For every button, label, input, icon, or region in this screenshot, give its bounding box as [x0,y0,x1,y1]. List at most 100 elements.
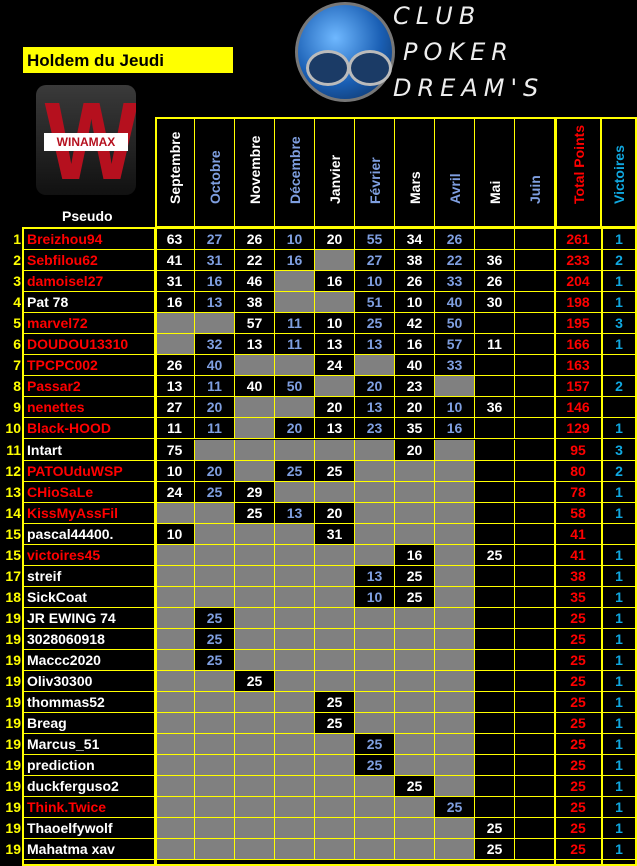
month-score-cell [235,607,275,629]
month-score-cell [235,734,275,756]
month-score-cell [155,586,195,608]
month-score-cell [315,607,355,629]
month-score-cell [475,692,515,714]
player-name[interactable]: 3028060918 [22,628,155,650]
month-score-cell [475,734,515,756]
month-score-cell [475,313,515,335]
player-name[interactable]: duckferguso2 [22,776,155,798]
table-row: 19 3028060918 25 25 1 [0,628,637,650]
month-score-cell: 25 [195,481,235,503]
rank-cell: 15 [5,546,21,563]
player-name[interactable]: Sebfilou62 [22,250,155,272]
rank-cell: 5 [13,315,21,332]
table-row: 19 Mahatma xav 25 25 1 [0,839,637,861]
month-score-cell [315,439,355,461]
month-score-cell [275,565,315,587]
month-score-cell: 25 [355,313,395,335]
month-score-cell: 10 [155,460,195,482]
month-score-cell: 11 [275,334,315,356]
player-name[interactable]: Oliv30300 [22,671,155,693]
month-score-cell: 10 [395,292,435,314]
player-name[interactable]: damoisel27 [22,271,155,293]
player-name[interactable]: Passar2 [22,376,155,398]
player-name[interactable]: victoires45 [22,544,155,566]
player-name[interactable]: SickCoat [22,586,155,608]
month-score-cell: 33 [435,355,475,377]
player-name[interactable]: streif [22,565,155,587]
month-score-cell: 20 [275,418,315,440]
victoires-cell: 1 [602,607,637,629]
month-score-cell: 57 [235,313,275,335]
month-score-cell: 27 [355,250,395,272]
month-score-cell [475,671,515,693]
victoires-cell: 2 [602,460,637,482]
rank-cell: 19 [5,736,21,753]
month-score-cell [195,713,235,735]
month-score-cell [515,418,555,440]
month-score-cell [435,565,475,587]
player-name[interactable]: Thaoelfywolf [22,818,155,840]
month-score-cell [435,439,475,461]
victoires-cell: 1 [602,713,637,735]
total-points-cell: 38 [555,565,602,587]
victoires-cell: 3 [602,439,637,461]
total-points-cell: 58 [555,502,602,524]
month-score-cell [395,797,435,819]
rank-cell: 15 [5,525,21,542]
player-name[interactable]: Black-HOOD [22,418,155,440]
player-name[interactable]: Think.Twice [22,797,155,819]
player-name[interactable]: Breag [22,713,155,735]
player-name[interactable]: PATOUduWSP [22,460,155,482]
player-name[interactable]: Maccc2020 [22,650,155,671]
month-score-cell [195,565,235,587]
month-score-cell [155,755,195,777]
victoires-cell [602,523,637,545]
month-score-cell [275,776,315,798]
month-score-cell: 25 [475,544,515,566]
month-score-cell: 63 [155,229,195,250]
player-name[interactable]: Marcus_51 [22,734,155,756]
month-score-cell [355,692,395,714]
player-name[interactable]: DOUDOU13310 [22,334,155,356]
player-name[interactable]: Breizhou94 [22,229,155,250]
player-name[interactable]: TPCPC002 [22,355,155,377]
month-score-cell [235,397,275,419]
month-score-cell [235,818,275,840]
month-score-cell [435,544,475,566]
month-score-cell [275,271,315,293]
month-score-cell [395,628,435,650]
player-name[interactable]: thommas52 [22,692,155,714]
winamax-wordmark: WINAMAX [44,133,128,151]
month-score-cell [155,797,195,819]
month-score-cell: 27 [195,229,235,250]
month-score-cell: 24 [155,481,195,503]
month-score-cell [315,776,355,798]
month-score-cell [155,502,195,524]
player-name[interactable]: nenettes [22,397,155,419]
total-points-cell: 25 [555,755,602,777]
total-points-cell: 25 [555,818,602,840]
victoires-cell: 1 [602,755,637,777]
month-score-cell: 10 [355,586,395,608]
rank-cell: 1 [13,231,21,247]
month-score-cell: 13 [315,418,355,440]
player-name[interactable]: pascal44400. [22,523,155,545]
player-name[interactable]: Intart [22,439,155,461]
victoires-cell: 1 [602,565,637,587]
header-month-label: Novembre [246,135,263,204]
player-name[interactable]: KissMyAssFil [22,502,155,524]
month-score-cell [395,502,435,524]
month-score-cell: 16 [395,334,435,356]
player-name[interactable]: Pat 78 [22,292,155,314]
month-score-cell [475,523,515,545]
player-name[interactable]: Mahatma xav [22,839,155,861]
player-name[interactable]: prediction [22,755,155,777]
table-row: 5 marvel72 57 11 10 25 42 50 195 3 [0,313,637,335]
player-name[interactable]: CHioSaLe [22,481,155,503]
header-month-7: Avril [435,119,475,226]
total-points-cell: 195 [555,313,602,335]
month-score-cell: 29 [235,481,275,503]
player-name[interactable]: JR EWING 74 [22,607,155,629]
player-name[interactable]: marvel72 [22,313,155,335]
total-points-cell: 25 [555,628,602,650]
